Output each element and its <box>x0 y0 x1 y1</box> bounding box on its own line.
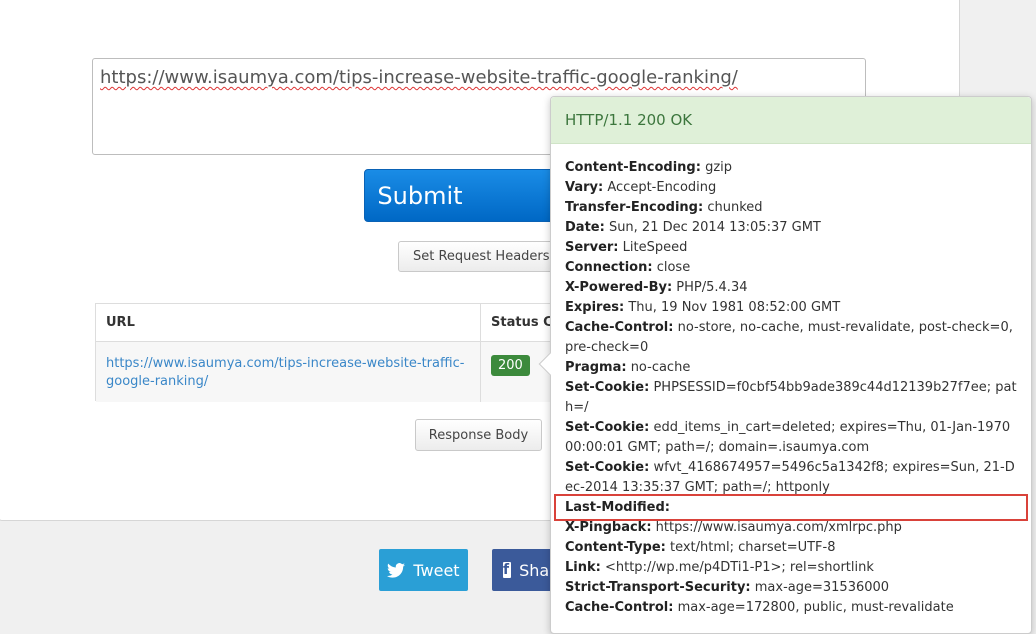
header-key: Link: <box>565 560 601 575</box>
header-line: Server: LiteSpeed <box>565 238 1017 258</box>
header-value: LiteSpeed <box>622 240 688 255</box>
header-key: X-Powered-By: <box>565 280 673 295</box>
header-value: gzip <box>705 160 733 175</box>
header-value: no-cache <box>630 360 691 375</box>
set-request-headers-button[interactable]: Set Request Headers <box>398 241 558 272</box>
column-header-status: Status Code <box>481 304 556 342</box>
header-value: <http://wp.me/p4DTi1-P1>; rel=shortlink <box>604 560 874 575</box>
header-value: PHP/5.4.34 <box>676 280 748 295</box>
header-value: Thu, 19 Nov 1981 08:52:00 GMT <box>628 300 841 315</box>
header-key: Vary: <box>565 180 604 195</box>
results-table: URL Status Code https://www.isaumya.com/… <box>95 303 556 402</box>
header-line: X-Pingback: https://www.isaumya.com/xmlr… <box>565 518 1017 538</box>
facebook-icon: f <box>503 562 512 578</box>
header-line: Set-Cookie: edd_items_in_cart=deleted; e… <box>565 418 1017 458</box>
status-badge[interactable]: 200 <box>491 355 530 376</box>
header-key: Content-Encoding: <box>565 160 701 175</box>
header-value: https://www.isaumya.com/xmlrpc.php <box>655 520 902 535</box>
response-headers-popover: HTTP/1.1 200 OK Content-Encoding: gzip Va… <box>538 96 1032 634</box>
header-key: Transfer-Encoding: <box>565 200 704 215</box>
header-key: Pragma: <box>565 360 627 375</box>
header-value: max-age=31536000 <box>754 580 890 595</box>
header-key: Set-Cookie: <box>565 420 650 435</box>
header-line: X-Powered-By: PHP/5.4.34 <box>565 278 1017 298</box>
header-line: Connection: close <box>565 258 1017 278</box>
header-list: Content-Encoding: gzip Vary: Accept-Encod… <box>551 144 1031 618</box>
tweet-label: Tweet <box>413 560 460 580</box>
header-key: Connection: <box>565 260 653 275</box>
header-line: Set-Cookie: wfvt_4168674957=5496c5a1342f… <box>565 458 1017 498</box>
header-line: Pragma: no-cache <box>565 358 1017 378</box>
header-key: Date: <box>565 220 605 235</box>
header-key: Strict-Transport-Security: <box>565 580 751 595</box>
header-value: Accept-Encoding <box>607 180 717 195</box>
header-line: Content-Type: text/html; charset=UTF-8 <box>565 538 1017 558</box>
header-value: max-age=172800, public, must-revalidate <box>677 600 954 615</box>
header-key: Expires: <box>565 300 625 315</box>
tweet-button[interactable]: Tweet <box>379 549 468 591</box>
header-key: Content-Type: <box>565 540 666 555</box>
header-key: Set-Cookie: <box>565 460 650 475</box>
header-value: chunked <box>707 200 763 215</box>
header-line: Cache-Control: max-age=172800, public, m… <box>565 598 1017 618</box>
header-line: Date: Sun, 21 Dec 2014 13:05:37 GMT <box>565 218 1017 238</box>
header-key: X-Pingback: <box>565 520 652 535</box>
header-line: Transfer-Encoding: chunked <box>565 198 1017 218</box>
last-modified-highlight <box>554 494 1028 521</box>
popover-status-line: HTTP/1.1 200 OK <box>551 97 1031 144</box>
header-line: Set-Cookie: PHPSESSID=f0cbf54bb9ade389c4… <box>565 378 1017 418</box>
header-key: Cache-Control: <box>565 600 674 615</box>
header-key: Cache-Control: <box>565 320 674 335</box>
header-value: close <box>656 260 691 275</box>
header-line: Link: <http://wp.me/p4DTi1-P1>; rel=shor… <box>565 558 1017 578</box>
header-value: Sun, 21 Dec 2014 13:05:37 GMT <box>608 220 821 235</box>
header-line: Cache-Control: no-store, no-cache, must-… <box>565 318 1017 358</box>
header-key: Server: <box>565 240 619 255</box>
header-line: Expires: Thu, 19 Nov 1981 08:52:00 GMT <box>565 298 1017 318</box>
url-input-value: https://www.isaumya.com/tips-increase-we… <box>100 67 738 88</box>
response-body-button[interactable]: Response Body <box>415 419 542 451</box>
twitter-bird-icon <box>387 562 406 578</box>
header-value: text/html; charset=UTF-8 <box>669 540 836 555</box>
result-url-link[interactable]: https://www.isaumya.com/tips-increase-we… <box>96 342 481 402</box>
header-line: Vary: Accept-Encoding <box>565 178 1017 198</box>
header-line: Content-Encoding: gzip <box>565 158 1017 178</box>
result-status-cell: 200 <box>481 342 556 402</box>
header-line: Strict-Transport-Security: max-age=31536… <box>565 578 1017 598</box>
header-key: Set-Cookie: <box>565 380 650 395</box>
column-header-url: URL <box>96 304 481 342</box>
